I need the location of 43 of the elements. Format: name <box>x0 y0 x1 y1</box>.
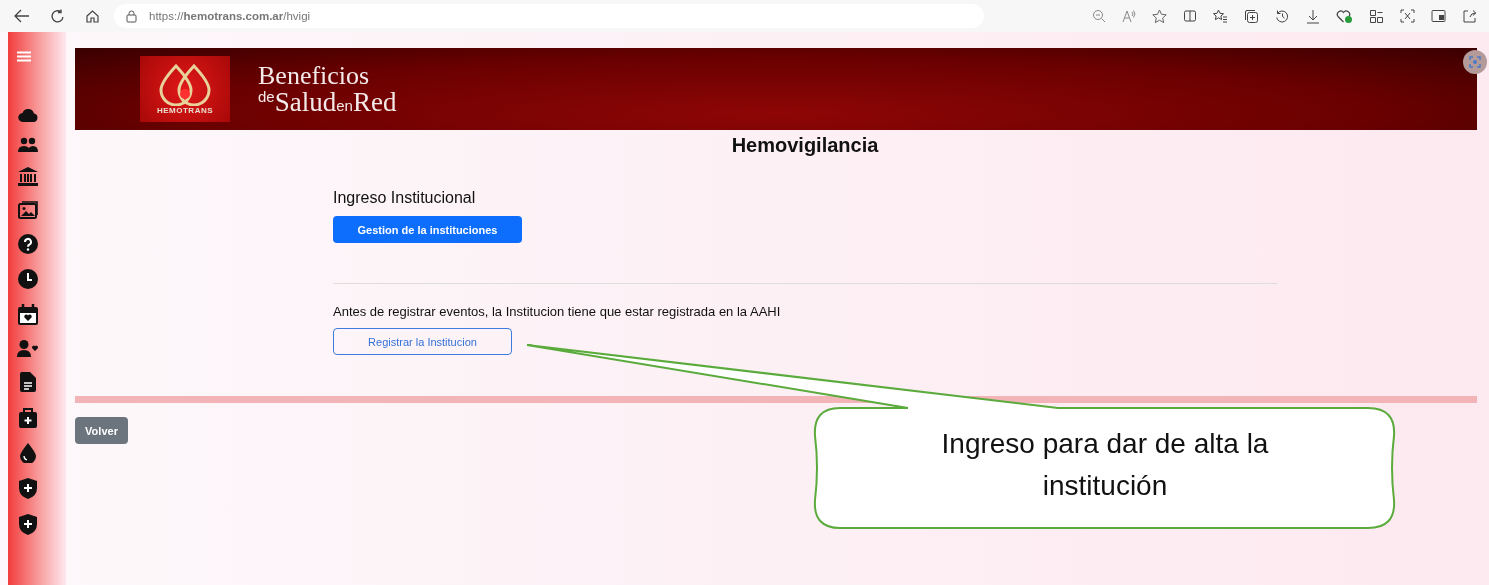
reload-icon[interactable] <box>50 8 65 24</box>
zoom-out-icon[interactable] <box>1092 9 1106 23</box>
sidebar-icon[interactable] <box>1431 9 1446 23</box>
page-title: Hemovigilancia <box>731 134 879 157</box>
calendar-icon[interactable] <box>18 304 38 325</box>
medical-bag-icon[interactable] <box>19 407 37 428</box>
notice-text: Antes de registrar eventos, la Institucion tiene que estar registrada en la AAHI <box>333 304 781 319</box>
read-aloud-icon[interactable] <box>1122 9 1136 23</box>
images-icon[interactable] <box>18 201 38 219</box>
brand-title: Beneficios <box>258 62 371 89</box>
bank-icon[interactable] <box>18 167 38 186</box>
screenshot-icon[interactable] <box>1400 9 1415 23</box>
url-text[interactable]: https://hemotrans.com.ar/hvigi <box>149 10 311 22</box>
fullscreen-icon[interactable] <box>1463 50 1487 74</box>
address-bar[interactable]: https://hemotrans.com.ar/hvigi <box>114 4 984 28</box>
menu-icon[interactable] <box>17 51 31 62</box>
user-heart-icon[interactable] <box>17 340 39 357</box>
split-screen-icon[interactable] <box>1183 9 1197 23</box>
document-icon[interactable] <box>20 372 36 392</box>
heart-icon[interactable] <box>1336 8 1353 24</box>
back-icon[interactable] <box>14 9 30 23</box>
help-icon[interactable] <box>18 234 38 254</box>
back-button[interactable]: Volver <box>75 417 128 444</box>
download-icon[interactable] <box>1306 8 1320 24</box>
shield-plus-icon[interactable] <box>19 514 37 535</box>
logo-text: HEMOTRANS <box>156 105 214 115</box>
home-icon[interactable] <box>85 8 100 24</box>
collections-icon[interactable] <box>1244 8 1259 24</box>
section-title: Ingreso Institucional <box>333 189 476 207</box>
manage-institutions-button[interactable]: Gestion de la instituciones <box>333 216 522 243</box>
cloud-icon[interactable] <box>18 108 38 122</box>
drop-icon[interactable] <box>20 443 36 463</box>
history-icon[interactable] <box>1275 8 1290 24</box>
users-icon[interactable] <box>18 137 38 152</box>
share-icon[interactable] <box>1462 9 1477 23</box>
favorites-icon[interactable] <box>1213 8 1228 24</box>
shield-plus-icon[interactable] <box>19 478 37 499</box>
extensions-icon[interactable] <box>1369 8 1384 24</box>
register-institution-button[interactable]: Registrar la Institucion <box>333 328 512 355</box>
star-icon[interactable] <box>1152 8 1167 24</box>
clock-icon[interactable] <box>18 269 38 289</box>
lock-icon <box>126 9 137 23</box>
callout-text: Ingreso para dar de alta la institución <box>940 427 1270 503</box>
